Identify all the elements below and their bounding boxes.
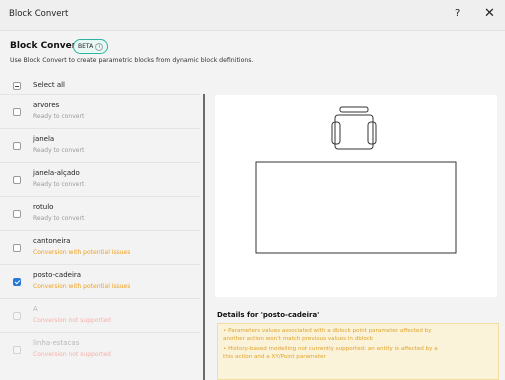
item-name: linha-estacas — [33, 339, 80, 347]
item-checkbox[interactable] — [13, 210, 21, 218]
select-all-checkbox[interactable] — [13, 82, 21, 90]
title-bar: Block Convert ? ✕ — [0, 0, 505, 31]
item-name: rotulo — [33, 203, 54, 211]
item-status: Conversion with potential issues — [33, 249, 131, 256]
item-status: Conversion not supported — [33, 317, 111, 324]
close-button[interactable]: ✕ — [484, 6, 495, 21]
list-scrollbar[interactable] — [203, 94, 205, 380]
chair-drawing — [331, 106, 377, 150]
list-item[interactable]: janela Ready to convert — [0, 128, 200, 163]
block-list: Select all arvores Ready to convert jane… — [0, 72, 205, 380]
item-checkbox-checked[interactable] — [13, 278, 21, 286]
item-checkbox[interactable] — [13, 142, 21, 150]
list-item-disabled: linha-estacas Conversion not supported — [0, 332, 200, 367]
item-status: Conversion not supported — [33, 351, 111, 358]
list-item[interactable]: rotulo Ready to convert — [0, 196, 200, 231]
list-item-disabled: A Conversion not supported — [0, 298, 200, 333]
issue-line: this action and a XY/Point parameter — [223, 354, 326, 360]
item-status: Ready to convert — [33, 181, 85, 188]
item-name: janela-alçado — [33, 169, 80, 177]
block-preview — [215, 95, 497, 297]
list-item-selected[interactable]: posto-cadeira Conversion with potential … — [0, 264, 200, 299]
select-all-row[interactable]: Select all — [0, 76, 200, 96]
page-title: Block Convert — [10, 41, 81, 51]
item-name: arvores — [33, 101, 60, 109]
list-item[interactable]: cantoneira Conversion with potential iss… — [0, 230, 200, 265]
issue-line: another action won't match previous valu… — [223, 336, 374, 342]
item-name: janela — [33, 135, 55, 143]
item-status: Ready to convert — [33, 113, 85, 120]
item-checkbox[interactable] — [13, 108, 21, 116]
item-checkbox-disabled — [13, 312, 21, 320]
issues-box: • Parameters values associated with a db… — [217, 323, 499, 380]
item-status: Ready to convert — [33, 147, 85, 154]
details-title: Details for 'posto-cadeira' — [217, 311, 320, 319]
desk-drawing — [255, 161, 457, 254]
item-name: A — [33, 305, 38, 313]
beta-badge[interactable]: BETA i — [73, 39, 109, 54]
list-item[interactable]: janela-alçado Ready to convert — [0, 162, 200, 197]
item-checkbox[interactable] — [13, 176, 21, 184]
select-all-label: Select all — [33, 81, 65, 89]
help-button[interactable]: ? — [455, 8, 460, 19]
block-preview-drawing — [255, 106, 457, 254]
issue-line: • Parameters values associated with a db… — [223, 328, 432, 334]
item-name: cantoneira — [33, 237, 71, 245]
item-status: Conversion with potential issues — [33, 283, 131, 290]
issue-line: • History-based modelling not currently … — [223, 346, 438, 352]
page-subtitle: Use Block Convert to create parametric b… — [10, 57, 254, 64]
item-checkbox[interactable] — [13, 244, 21, 252]
item-status: Ready to convert — [33, 215, 85, 222]
item-checkbox-disabled — [13, 346, 21, 354]
list-item[interactable]: arvores Ready to convert — [0, 94, 200, 129]
item-name: posto-cadeira — [33, 271, 82, 279]
window-title: Block Convert — [9, 9, 69, 19]
beta-label: BETA — [78, 43, 94, 50]
info-icon: i — [95, 42, 104, 51]
